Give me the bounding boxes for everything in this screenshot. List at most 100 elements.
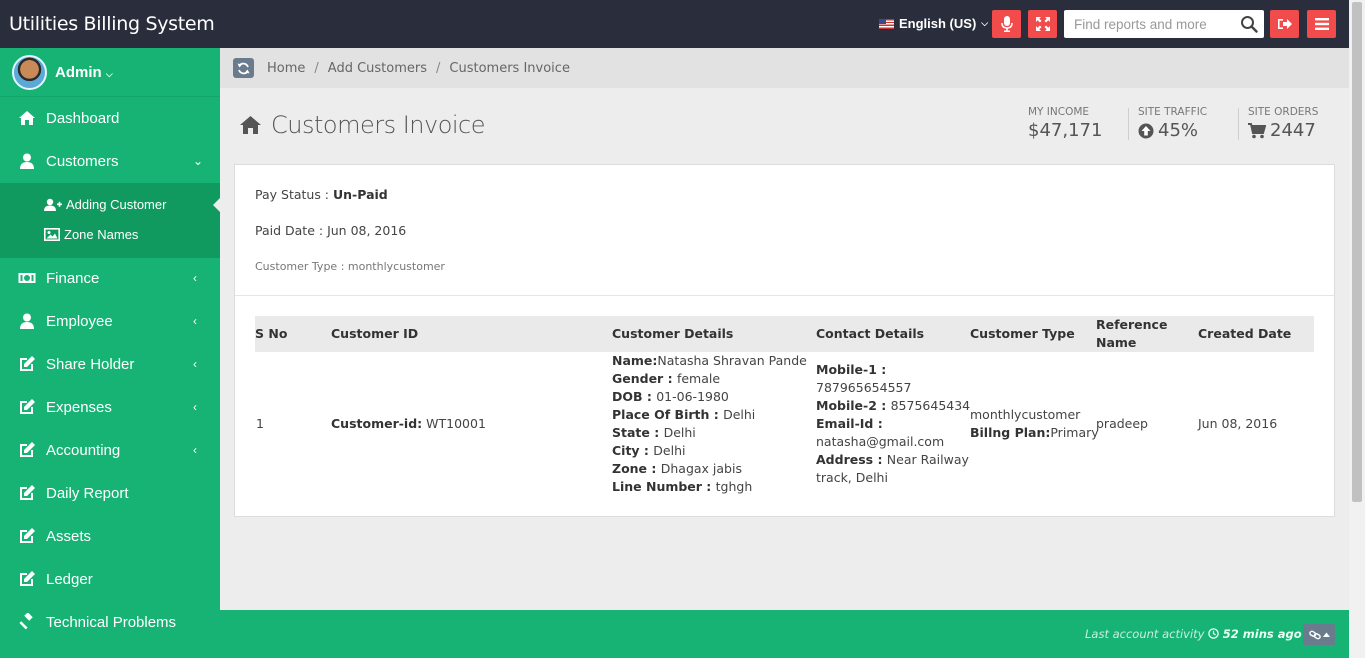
logout-button[interactable] — [1270, 10, 1299, 38]
column-header-reference-name: Reference Name — [1096, 316, 1167, 352]
sidebar-item-customers[interactable]: Customers ⌄ — [0, 140, 220, 183]
customer-type-line: Customer Type : monthlycustomer — [255, 260, 445, 273]
mobile1-label: Mobile-1 : — [816, 362, 887, 377]
chevron-down-icon: ⌵ — [981, 18, 989, 28]
stat-label: SITE ORDERS — [1248, 106, 1319, 118]
zone-value: Dhagax jabis — [660, 461, 742, 476]
home-icon — [240, 116, 261, 134]
cell-reference-name: pradeep — [1096, 416, 1148, 431]
footer: Last account activity 52 mins ago — [220, 610, 1349, 658]
chevron-left-icon: ‹ — [193, 357, 197, 371]
sidebar-item-label: Customers — [46, 153, 119, 170]
refresh-icon — [237, 62, 250, 74]
sidebar-item-accounting[interactable]: Accounting ‹ — [0, 429, 220, 472]
menu-toggle-button[interactable] — [1307, 10, 1336, 38]
gavel-icon — [19, 613, 33, 630]
column-header-customer-type: Customer Type — [970, 326, 1075, 341]
edit-icon — [20, 485, 35, 500]
pay-status-label: Pay Status : — [255, 187, 333, 202]
page-title: Customers Invoice — [239, 111, 486, 139]
invoice-panel: Pay Status : Un-Paid Paid Date : Jun 08,… — [234, 164, 1335, 517]
sidebar-item-label: Finance — [46, 270, 100, 287]
user-menu[interactable]: Admin ⌵ — [55, 64, 113, 81]
stat-site-traffic: SITE TRAFFIC 45% — [1138, 106, 1207, 141]
user-panel[interactable]: Admin ⌵ — [0, 48, 220, 97]
fullscreen-button[interactable] — [1028, 10, 1057, 38]
pob-label: Place Of Birth : — [612, 407, 724, 422]
sidebar-item-label: Dashboard — [46, 110, 120, 127]
sidebar-item-label: Accounting — [46, 442, 121, 459]
edit-icon — [20, 571, 35, 586]
menu-icon — [1314, 18, 1329, 30]
submenu-item-adding-customer[interactable]: Adding Customer — [44, 197, 166, 212]
clock-icon — [1208, 628, 1219, 639]
avatar — [12, 54, 47, 90]
sidebar-item-employee[interactable]: Employee ‹ — [0, 300, 220, 343]
scrollbar-thumb[interactable] — [1352, 2, 1362, 502]
search-icon[interactable] — [1240, 15, 1258, 33]
sidebar-item-label: Employee — [46, 313, 113, 330]
edit-icon — [20, 528, 35, 543]
sidebar-item-assets[interactable]: Assets — [0, 515, 220, 558]
breadcrumb: Home / Add Customers / Customers Invoice — [220, 48, 1349, 88]
sidebar-item-label: Ledger — [46, 571, 93, 588]
billing-plan-label: Billng Plan: — [970, 425, 1051, 440]
submenu-item-label: Adding Customer — [66, 197, 167, 212]
address-label: Address : — [816, 452, 887, 467]
fullscreen-icon — [1035, 17, 1050, 31]
stat-label: SITE TRAFFIC — [1138, 106, 1208, 118]
cell-customer-type: monthlycustomer Billng Plan:Primary — [970, 406, 1099, 442]
sidebar-item-label: Technical Problems — [46, 614, 177, 631]
mobile1-value: 787965654557 — [816, 380, 912, 395]
sidebar: Admin ⌵ Dashboard Customers ⌄ Adding Cus… — [0, 48, 220, 658]
paid-date: Paid Date : Jun 08, 2016 — [255, 223, 406, 238]
submenu-item-zone-names[interactable]: Zone Names — [44, 227, 138, 242]
page-title-text: Customers Invoice — [271, 111, 486, 139]
sidebar-item-label: Share Holder — [46, 356, 135, 373]
breadcrumb-home[interactable]: Home — [267, 61, 305, 76]
pay-status-value: Un-Paid — [333, 187, 388, 202]
name-label: Name: — [612, 353, 658, 368]
sidebar-item-label: Expenses — [46, 399, 112, 416]
column-header-reference-line2: Name — [1096, 335, 1137, 350]
cell-customer-details: Name:Natasha Shravan Pande Gender : fema… — [612, 352, 807, 496]
sidebar-item-technical-problems[interactable]: Technical Problems — [0, 601, 220, 644]
microphone-icon — [1000, 16, 1013, 32]
refresh-button[interactable] — [233, 58, 254, 78]
stat-value: 45% — [1158, 120, 1199, 141]
sidebar-item-finance[interactable]: Finance ‹ — [0, 257, 220, 300]
language-label: English (US) — [899, 16, 977, 31]
line-number-label: Line Number : — [612, 479, 716, 494]
breadcrumb-add-customers[interactable]: Add Customers — [328, 61, 427, 76]
city-label: City : — [612, 443, 654, 458]
sidebar-item-label: Daily Report — [46, 485, 129, 502]
sidebar-item-dashboard[interactable]: Dashboard — [0, 97, 220, 140]
vertical-scrollbar[interactable] — [1349, 0, 1365, 658]
sidebar-item-ledger[interactable]: Ledger — [0, 558, 220, 601]
cell-sno: 1 — [256, 416, 264, 431]
caret-up-icon — [1322, 632, 1330, 637]
paid-date-label: Paid Date : — [255, 223, 328, 238]
user-icon — [20, 153, 34, 169]
chevron-down-icon: ⌄ — [193, 154, 204, 168]
submenu-item-label: Zone Names — [64, 227, 139, 242]
sidebar-item-expenses[interactable]: Expenses ‹ — [0, 386, 220, 429]
cell-created-date: Jun 08, 2016 — [1198, 416, 1278, 431]
search-input[interactable] — [1064, 10, 1234, 38]
stat-site-orders: SITE ORDERS 2447 — [1248, 106, 1318, 141]
sidebar-item-daily-report[interactable]: Daily Report — [0, 472, 220, 515]
user-icon — [20, 313, 34, 329]
chevron-down-icon: ⌵ — [105, 68, 113, 79]
state-value: Delhi — [663, 425, 696, 440]
language-selector[interactable]: English (US) ⌵ — [879, 16, 988, 31]
microphone-button[interactable] — [992, 10, 1021, 38]
dob-value: 01-06-1980 — [656, 389, 729, 404]
user-name: Admin — [55, 63, 102, 81]
divider — [1238, 108, 1239, 140]
sidebar-item-share-holder[interactable]: Share Holder ‹ — [0, 343, 220, 386]
image-icon — [44, 228, 60, 241]
gender-value: female — [676, 371, 721, 386]
edit-icon — [20, 442, 35, 457]
app-title[interactable]: Utilities Billing System — [9, 13, 215, 35]
footer-options-button[interactable] — [1303, 624, 1335, 645]
